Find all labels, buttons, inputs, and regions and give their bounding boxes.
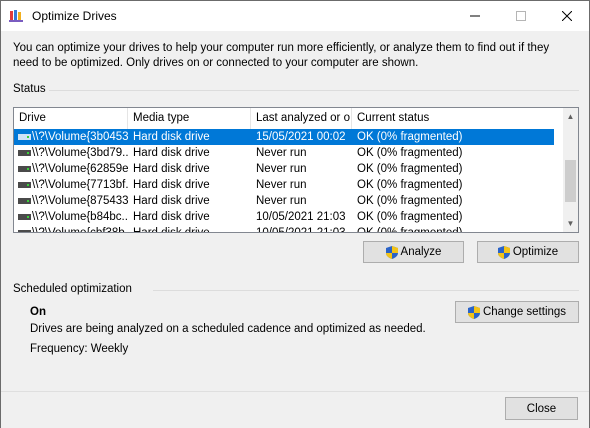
cell-drive: \\?\Volume{875433... (32, 195, 128, 207)
minimize-icon (470, 15, 480, 17)
table-row[interactable]: \\?\Volume{62859e... Hard disk drive Never… (14, 161, 554, 177)
hard-drive-icon (18, 166, 31, 172)
hard-drive-icon (18, 214, 31, 220)
minimize-button[interactable] (452, 1, 498, 31)
optimize-drives-window: Optimize Drives You can optimize your dr… (0, 0, 590, 428)
cell-drive: \\?\Volume{62859e... (32, 163, 128, 175)
close-icon (562, 11, 572, 21)
cell-last: Never run (256, 179, 307, 191)
status-section-label: Status (13, 83, 46, 95)
cell-last: 10/05/2021 21:03 (256, 227, 346, 233)
table-row[interactable]: \\?\Volume{7713bf... Hard disk drive Never… (14, 177, 554, 193)
hard-drive-icon (18, 182, 31, 188)
cell-status: OK (0% fragmented) (357, 227, 463, 233)
table-row[interactable]: \\?\Volume{3bd79... Hard disk drive Never … (14, 145, 554, 161)
scroll-up-icon[interactable]: ▲ (563, 108, 578, 125)
hard-drive-icon (18, 230, 31, 232)
analyze-button[interactable]: Analyze (363, 241, 464, 263)
change-settings-button[interactable]: Change settings (455, 301, 579, 323)
cell-status: OK (0% fragmented) (357, 195, 463, 207)
scroll-thumb[interactable] (565, 160, 576, 202)
column-header-drive[interactable]: Drive (14, 108, 128, 129)
column-header-last-analyzed[interactable]: Last analyzed or o... (251, 108, 352, 129)
maximize-button[interactable] (498, 1, 544, 31)
table-row[interactable]: \\?\Volume{b84bc... Hard disk drive 10/05/… (14, 209, 554, 225)
schedule-state: On (30, 306, 46, 318)
dialog-footer: Close (1, 391, 589, 428)
cell-media: Hard disk drive (133, 131, 210, 143)
uac-shield-icon (467, 305, 480, 319)
cell-last: Never run (256, 195, 307, 207)
close-button[interactable]: Close (505, 397, 578, 420)
scheduled-section-label: Scheduled optimization (13, 283, 132, 295)
cell-last: 10/05/2021 21:03 (256, 211, 346, 223)
maximize-icon (516, 11, 526, 21)
column-header-media-type[interactable]: Media type (128, 108, 251, 129)
cell-drive: \\?\Volume{3bd79... (32, 147, 128, 159)
schedule-description: Drives are being analyzed on a scheduled… (30, 323, 426, 335)
cell-drive: \\?\Volume{b84bc... (32, 211, 128, 223)
cell-last: Never run (256, 163, 307, 175)
window-title: Optimize Drives (32, 9, 117, 23)
uac-shield-icon (497, 245, 510, 259)
defrag-app-icon (9, 10, 23, 22)
cell-status: OK (0% fragmented) (357, 147, 463, 159)
list-scrollbar[interactable]: ▲ ▼ (563, 108, 578, 232)
cell-media: Hard disk drive (133, 147, 210, 159)
optimize-button[interactable]: Optimize (477, 241, 579, 263)
list-header: Drive Media type Last analyzed or o... C… (14, 108, 565, 129)
cell-status: OK (0% fragmented) (357, 211, 463, 223)
scroll-down-icon[interactable]: ▼ (563, 215, 578, 232)
cell-last: Never run (256, 147, 307, 159)
hard-drive-icon (18, 150, 31, 156)
hard-drive-icon (18, 198, 31, 204)
cell-drive: \\?\Volume{cbf38b... (32, 227, 128, 233)
drives-list[interactable]: Drive Media type Last analyzed or o... C… (13, 107, 579, 233)
title-bar[interactable]: Optimize Drives (1, 1, 589, 31)
cell-media: Hard disk drive (133, 211, 210, 223)
status-divider (49, 90, 579, 91)
table-row[interactable]: \\?\Volume{3b0453... Hard disk drive 15/05… (14, 129, 554, 145)
cell-media: Hard disk drive (133, 179, 210, 191)
cell-drive: \\?\Volume{7713bf... (32, 179, 128, 191)
cell-status: OK (0% fragmented) (357, 163, 463, 175)
dialog-body: You can optimize your drives to help you… (1, 31, 589, 391)
close-window-button[interactable] (544, 1, 590, 31)
cell-status: OK (0% fragmented) (357, 131, 463, 143)
cell-status: OK (0% fragmented) (357, 179, 463, 191)
close-button-label: Close (526, 402, 557, 415)
table-row[interactable]: \\?\Volume{875433... Hard disk drive Never… (14, 193, 554, 209)
schedule-frequency: Frequency: Weekly (30, 343, 129, 355)
cell-media: Hard disk drive (133, 163, 210, 175)
hard-drive-icon (18, 134, 31, 140)
cell-drive: \\?\Volume{3b0453... (32, 131, 128, 143)
uac-shield-icon (385, 245, 398, 259)
analyze-button-label: Analyze (400, 246, 442, 258)
description-text: You can optimize your drives to help you… (13, 42, 550, 69)
optimize-button-label: Optimize (512, 246, 559, 258)
cell-media: Hard disk drive (133, 195, 210, 207)
scheduled-divider (153, 290, 579, 291)
table-row[interactable]: \\?\Volume{cbf38b... Hard disk drive 10/05… (14, 225, 554, 233)
column-header-current-status[interactable]: Current status (352, 108, 565, 129)
change-settings-label: Change settings (482, 306, 567, 318)
cell-last: 15/05/2021 00:02 (256, 131, 346, 143)
cell-media: Hard disk drive (133, 227, 210, 233)
